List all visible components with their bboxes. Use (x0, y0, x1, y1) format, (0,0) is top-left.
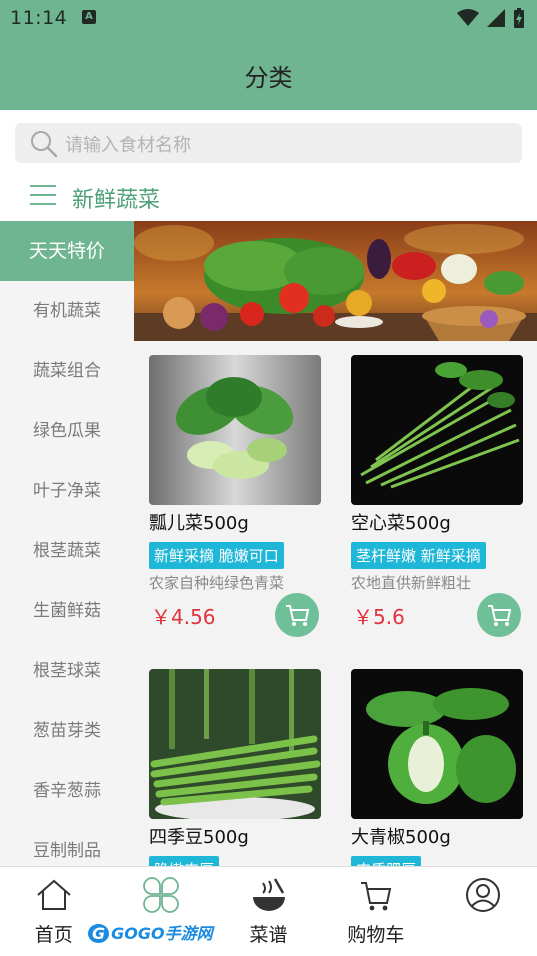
watermark-logo: G GOGO手游网 (88, 920, 213, 944)
nav-cart-label: 购物车 (347, 924, 405, 946)
battery-icon (514, 8, 524, 28)
product-name: 瓢儿菜500g (149, 513, 249, 534)
product-name: 大青椒500g (351, 827, 451, 848)
home-icon (37, 879, 71, 910)
sidebar-item-melons[interactable]: 绿色瓜果 (0, 401, 134, 461)
product-image-green-beans[interactable] (149, 669, 321, 819)
cart-icon (286, 605, 310, 626)
bottom-navigation: 首页 分类 菜谱 购物车 (0, 866, 537, 956)
product-tag: 新鲜采摘 脆嫩可口 (149, 542, 284, 569)
category-sidebar: 天天特价 有机蔬菜 蔬菜组合 绿色瓜果 叶子净菜 根茎蔬菜 生菌鲜菇 根茎球菜 … (0, 221, 134, 866)
sidebar-item-leafy[interactable]: 叶子净菜 (0, 461, 134, 521)
product-image-green-peppers[interactable] (351, 669, 523, 819)
product-image-water-spinach[interactable] (351, 355, 523, 505)
cart-icon (360, 882, 392, 911)
product-desc: 农地直供新鲜粗壮 (351, 574, 472, 592)
system-icons (457, 8, 525, 28)
product-name: 四季豆500g (149, 827, 249, 848)
product-price: ￥4.56 (151, 605, 216, 629)
nav-profile[interactable] (430, 867, 537, 956)
sidebar-item-bulb[interactable]: 根茎球菜 (0, 641, 134, 701)
search-input[interactable]: 请输入食材名称 (65, 131, 191, 157)
product-card[interactable]: 空心菜500g 茎杆鲜嫩 新鲜采摘 农地直供新鲜粗壮 ￥5.6 (351, 355, 523, 637)
signal-icon (487, 9, 505, 27)
sidebar-item-combo[interactable]: 蔬菜组合 (0, 341, 134, 401)
product-card[interactable]: 四季豆500g 脆嫩肉厚 (149, 669, 321, 866)
cart-icon (488, 605, 512, 626)
product-area: 瓢儿菜500g 新鲜采摘 脆嫩可口 农家自种纯绿色青菜 ￥4.56 空心菜500… (134, 221, 537, 866)
category-header: 新鲜蔬菜 (0, 170, 537, 220)
notification-badge: A (82, 10, 96, 24)
vegetable-banner[interactable] (134, 221, 537, 341)
page-title: 分类 (244, 64, 293, 92)
sidebar-item-sprouts[interactable]: 葱苗芽类 (0, 701, 134, 761)
product-card[interactable]: 瓢儿菜500g 新鲜采摘 脆嫩可口 农家自种纯绿色青菜 ￥4.56 (149, 355, 321, 637)
sidebar-item-root[interactable]: 根茎蔬菜 (0, 521, 134, 581)
add-to-cart-button[interactable] (477, 593, 521, 637)
product-tag: 肉质肥厚 (351, 856, 422, 866)
status-time: 11:14 (10, 7, 68, 29)
recipe-bowl-icon (252, 878, 285, 911)
product-image-bok-choy[interactable] (149, 355, 321, 505)
wifi-icon (457, 9, 479, 26)
sidebar-item-organic[interactable]: 有机蔬菜 (0, 281, 134, 341)
sidebar-item-daily-special[interactable]: 天天特价 (0, 221, 134, 281)
product-tag: 茎杆鲜嫩 新鲜采摘 (351, 542, 486, 569)
category-title: 新鲜蔬菜 (72, 188, 161, 213)
product-tag: 脆嫩肉厚 (149, 856, 220, 866)
nav-recipes[interactable]: 菜谱 (215, 867, 322, 956)
app-header: 分类 (0, 36, 537, 110)
sidebar-item-spices[interactable]: 香辛葱蒜 (0, 761, 134, 821)
sidebar-item-mushroom[interactable]: 生菌鲜菇 (0, 581, 134, 641)
user-icon (466, 878, 501, 912)
product-desc: 农家自种纯绿色青菜 (149, 574, 285, 592)
clover-icon (143, 877, 179, 913)
sidebar-item-tofu[interactable]: 豆制制品 (0, 821, 134, 866)
status-bar: 11:14 A (0, 0, 537, 36)
watermark-text: GOGO手游网 (111, 924, 213, 943)
product-price: ￥5.6 (353, 605, 405, 629)
search-bar[interactable]: 请输入食材名称 (15, 123, 522, 163)
product-name: 空心菜500g (351, 513, 451, 534)
add-to-cart-button[interactable] (275, 593, 319, 637)
menu-icon[interactable] (30, 185, 56, 205)
product-card[interactable]: 大青椒500g 肉质肥厚 (351, 669, 523, 866)
nav-recipes-label: 菜谱 (249, 924, 288, 946)
nav-cart[interactable]: 购物车 (322, 867, 429, 956)
search-icon (31, 131, 58, 158)
